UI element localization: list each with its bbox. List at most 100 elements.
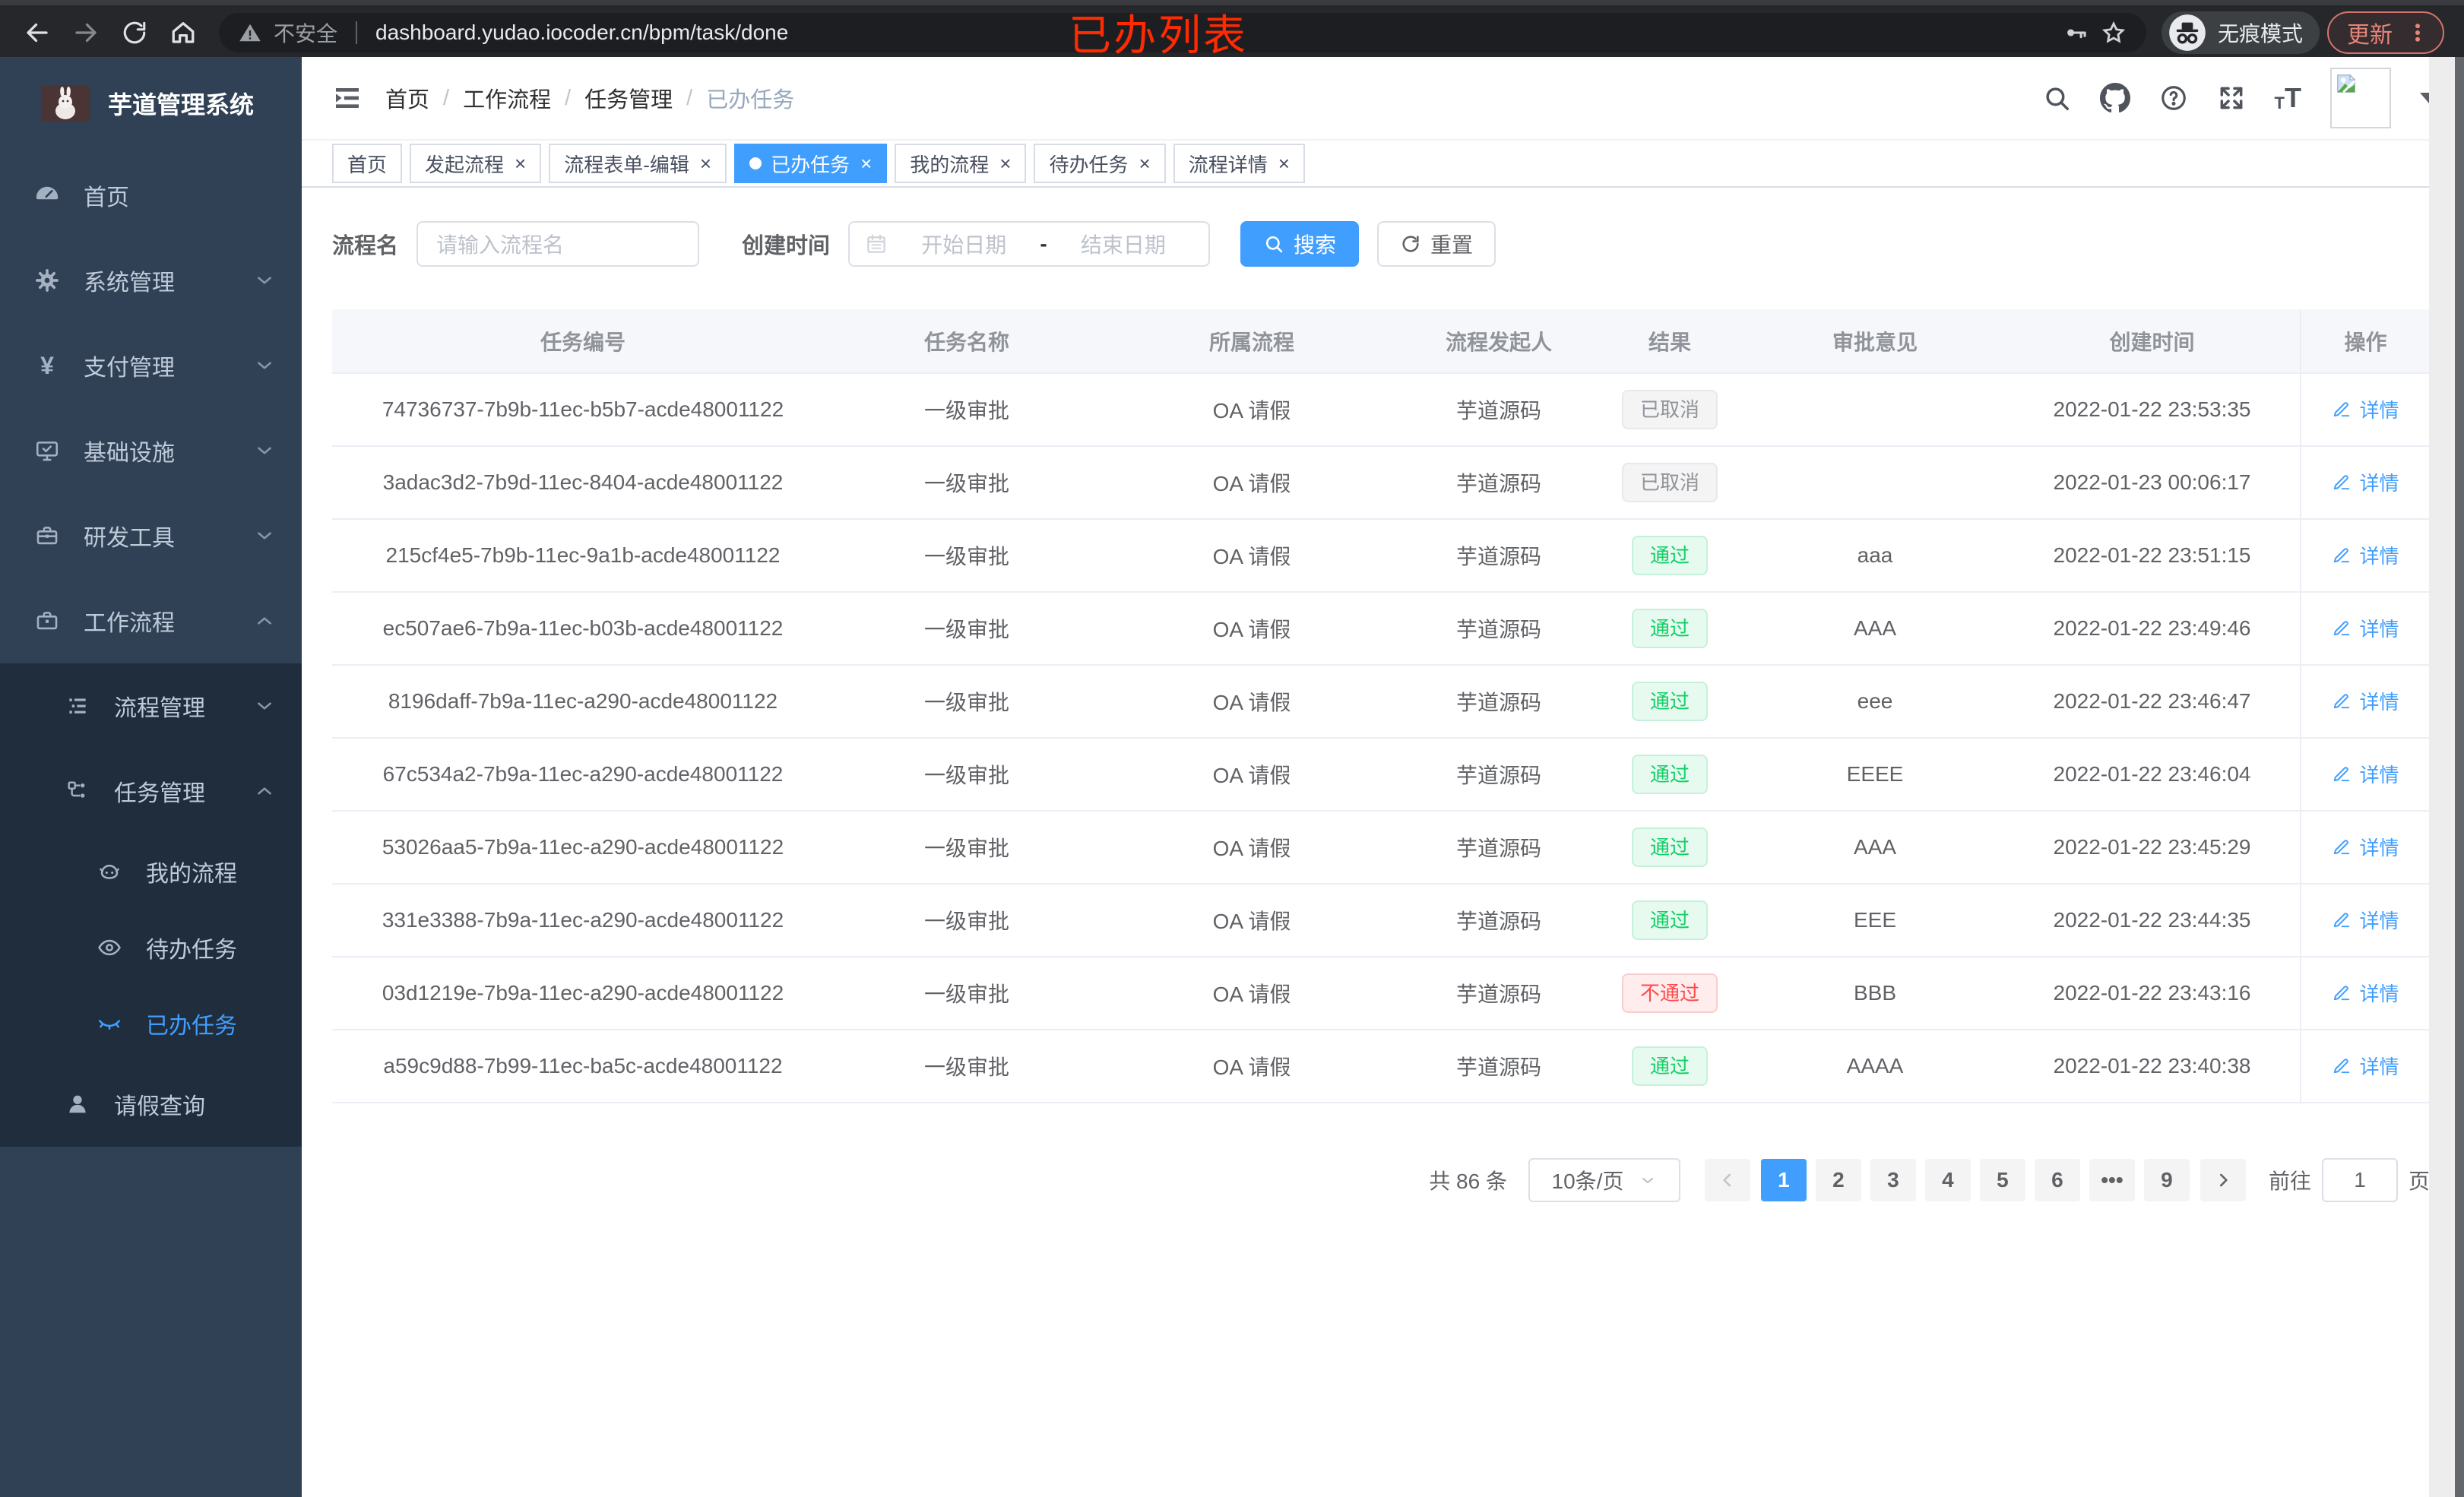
search-icon[interactable]: [2042, 84, 2071, 112]
cell-result: 通过: [1594, 665, 1746, 739]
hamburger-icon[interactable]: [332, 83, 363, 113]
incognito-badge: 无痕模式: [2161, 11, 2320, 54]
gear-icon: [30, 267, 64, 293]
sidebar-item-pay[interactable]: ¥ 支付管理: [0, 323, 302, 408]
tab-form-edit[interactable]: 流程表单-编辑 ×: [549, 144, 727, 183]
breadcrumb-workflow[interactable]: 工作流程: [463, 82, 551, 114]
home-icon[interactable]: [163, 12, 204, 53]
sidebar-item-leave-query[interactable]: 请假查询: [0, 1062, 302, 1147]
page-number-button[interactable]: 9: [2143, 1159, 2190, 1201]
sidebar-item-label: 工作流程: [84, 611, 175, 636]
divider: [356, 21, 358, 44]
page-number-button[interactable]: 6: [2034, 1159, 2080, 1201]
help-icon[interactable]: [2159, 84, 2188, 112]
chevron-up-icon: [255, 611, 274, 631]
process-name-input[interactable]: 请输入流程名: [416, 221, 700, 267]
navbar-actions: TT: [2042, 68, 2438, 128]
cell-task-id: 67c534a2-7b9a-11ec-a290-acde48001122: [332, 738, 834, 812]
sidebar-item-dev[interactable]: 研发工具: [0, 493, 302, 578]
tab-done-tasks[interactable]: 已办任务 ×: [734, 144, 888, 183]
breadcrumb-task-mgmt[interactable]: 任务管理: [584, 82, 673, 114]
close-icon[interactable]: ×: [1139, 153, 1151, 173]
cell-starter: 芋道源码: [1404, 519, 1594, 593]
page-number-button[interactable]: 5: [1979, 1159, 2025, 1201]
page-number-button[interactable]: •••: [2089, 1159, 2135, 1201]
cell-comment: AAAA: [1746, 1030, 2004, 1103]
cell-result: 通过: [1594, 592, 1746, 666]
close-icon[interactable]: ×: [999, 153, 1011, 173]
sidebar-item-todo-tasks[interactable]: 待办任务: [0, 910, 302, 986]
close-icon[interactable]: ×: [860, 153, 872, 173]
logo-row[interactable]: 芋道管理系统: [0, 57, 302, 130]
detail-link[interactable]: 详情: [2332, 541, 2399, 569]
sidebar-item-home[interactable]: 首页: [0, 153, 302, 238]
page-number-button[interactable]: 4: [1924, 1159, 1971, 1201]
sidebar-item-process-mgmt[interactable]: 流程管理: [0, 663, 302, 748]
reset-button[interactable]: 重置: [1377, 221, 1496, 267]
key-icon[interactable]: [2063, 20, 2089, 46]
detail-link[interactable]: 详情: [2332, 979, 2399, 1007]
close-icon[interactable]: ×: [1278, 153, 1290, 173]
avatar[interactable]: [2330, 68, 2391, 128]
menu-dots-icon: [2415, 23, 2420, 42]
sidebar-item-workflow[interactable]: 工作流程: [0, 578, 302, 663]
sidebar-item-task-mgmt[interactable]: 任务管理: [0, 748, 302, 834]
sidebar-item-my-process[interactable]: 我的流程: [0, 834, 302, 910]
cell-created: 2022-01-22 23:46:04: [2004, 738, 2301, 812]
page-number-button[interactable]: 1: [1760, 1159, 1807, 1201]
back-icon[interactable]: [17, 12, 58, 53]
table-row: 03d1219e-7b9a-11ec-a290-acde48001122 一级审…: [332, 957, 2430, 1030]
tab-todo-tasks[interactable]: 待办任务 ×: [1034, 144, 1166, 183]
col-task-name: 任务名称: [834, 309, 1100, 374]
goto-page-input[interactable]: 1: [2321, 1158, 2398, 1202]
detail-link[interactable]: 详情: [2332, 1052, 2399, 1080]
sidebar-item-infra[interactable]: 基础设施: [0, 408, 302, 493]
fullscreen-icon[interactable]: [2217, 84, 2246, 112]
bookmark-star-icon[interactable]: [2101, 20, 2127, 46]
page-number-button[interactable]: 2: [1815, 1159, 1861, 1201]
tab-home[interactable]: 首页: [332, 144, 403, 183]
github-icon[interactable]: [2099, 83, 2130, 113]
close-icon[interactable]: ×: [515, 153, 526, 173]
forward-icon[interactable]: [65, 12, 106, 53]
scrollbar[interactable]: [2429, 57, 2464, 1497]
status-badge: 已取消: [1621, 390, 1718, 429]
cell-task-name: 一级审批: [834, 446, 1100, 520]
page-number-button[interactable]: 3: [1870, 1159, 1916, 1201]
detail-link[interactable]: 详情: [2332, 760, 2399, 788]
sidebar-item-done-tasks[interactable]: 已办任务: [0, 986, 302, 1062]
cell-task-id: 3adac3d2-7b9d-11ec-8404-acde48001122: [332, 446, 834, 520]
prev-page-button[interactable]: [1704, 1159, 1750, 1201]
reload-icon[interactable]: [114, 12, 155, 53]
sidebar-item-label: 基础设施: [84, 441, 175, 466]
date-range-input[interactable]: 开始日期 - 结束日期: [848, 221, 1211, 267]
tree-node-icon: [61, 779, 94, 803]
detail-link[interactable]: 详情: [2332, 614, 2399, 642]
tab-process-detail[interactable]: 流程详情 ×: [1173, 144, 1305, 183]
breadcrumb-home[interactable]: 首页: [385, 82, 429, 114]
close-icon[interactable]: ×: [700, 153, 711, 173]
detail-link[interactable]: 详情: [2332, 833, 2399, 861]
tab-start-process[interactable]: 发起流程 ×: [410, 144, 542, 183]
page-size-select[interactable]: 10条/页: [1528, 1158, 1680, 1202]
status-badge: 通过: [1631, 536, 1708, 575]
tab-my-process[interactable]: 我的流程 ×: [895, 144, 1027, 183]
col-result: 结果: [1594, 309, 1746, 374]
detail-link[interactable]: 详情: [2332, 906, 2399, 934]
cell-task-id: 03d1219e-7b9a-11ec-a290-acde48001122: [332, 957, 834, 1030]
app-title: 芋道管理系统: [108, 91, 255, 119]
cell-task-name: 一级审批: [834, 811, 1100, 885]
detail-link[interactable]: 详情: [2332, 395, 2399, 423]
security-label[interactable]: 不安全: [274, 17, 337, 48]
page-content: 流程名 请输入流程名 创建时间 开始日期 - 结束日期 搜索 重置 任务编号 任…: [302, 188, 2464, 1497]
detail-link[interactable]: 详情: [2332, 687, 2399, 715]
sidebar-item-system[interactable]: 系统管理: [0, 238, 302, 323]
next-page-button[interactable]: [2200, 1159, 2246, 1201]
edit-pencil-icon: [2334, 913, 2350, 928]
detail-link[interactable]: 详情: [2332, 468, 2399, 496]
update-button[interactable]: 更新: [2327, 11, 2444, 54]
search-button[interactable]: 搜索: [1240, 221, 1360, 267]
font-size-icon[interactable]: TT: [2275, 84, 2301, 112]
chevron-down-icon: [255, 526, 274, 546]
eye-closed-icon: [93, 1011, 126, 1037]
